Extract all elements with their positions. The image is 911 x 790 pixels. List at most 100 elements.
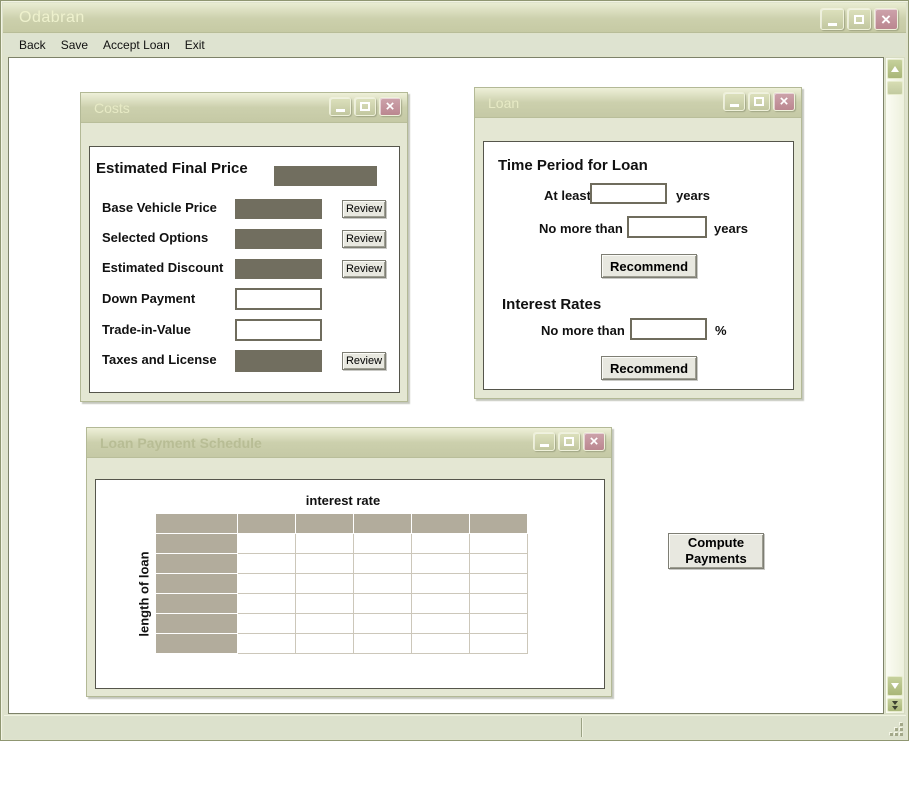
scroll-fast-down-button[interactable] (887, 698, 903, 712)
schedule-cell (238, 554, 296, 574)
maximize-icon (360, 102, 370, 111)
app-title: Odabran (19, 9, 85, 27)
scrollbar-thumb[interactable] (887, 81, 903, 95)
schedule-cell (412, 574, 470, 594)
review-base-vehicle-price-button[interactable]: Review (342, 200, 386, 218)
recommend-rate-button[interactable]: Recommend (601, 356, 697, 380)
vertical-scrollbar[interactable] (885, 57, 905, 714)
estimated-discount-label: Estimated Discount (102, 260, 223, 275)
maximize-icon (564, 437, 574, 446)
base-vehicle-price-label: Base Vehicle Price (102, 200, 217, 215)
minimize-icon (730, 104, 739, 107)
estimated-final-price-value-box (274, 166, 377, 186)
schedule-cell (470, 634, 528, 654)
length-of-loan-axis-label: length of loan (137, 551, 152, 636)
schedule-cell (238, 594, 296, 614)
minimize-icon (336, 109, 345, 112)
loan-payment-schedule-window: Loan Payment Schedule × interest rate le… (86, 427, 612, 697)
client-area: Costs × Estimated Final Price Base Vehic… (8, 57, 884, 714)
schedule-cell (296, 574, 354, 594)
time-period-heading: Time Period for Loan (498, 157, 648, 174)
review-selected-options-button[interactable]: Review (342, 230, 386, 248)
maximize-icon (854, 15, 864, 24)
schedule-column-header-cell (238, 514, 296, 534)
schedule-row-header-cell (156, 594, 238, 614)
app-titlebar[interactable]: Odabran × (3, 3, 906, 33)
trade-in-value-input[interactable] (235, 319, 322, 341)
schedule-minimize-button[interactable] (533, 432, 555, 451)
schedule-row-header-cell (156, 554, 238, 574)
down-payment-label: Down Payment (102, 291, 195, 306)
loan-window: Loan × Time Period for Loan At least yea… (474, 87, 802, 399)
costs-maximize-button[interactable] (354, 97, 376, 116)
schedule-cell (470, 614, 528, 634)
compute-payments-button[interactable]: Compute Payments (668, 533, 764, 569)
recommend-years-button[interactable]: Recommend (601, 254, 697, 278)
schedule-cell (354, 554, 412, 574)
app-minimize-button[interactable] (820, 8, 844, 30)
schedule-cell (354, 534, 412, 554)
schedule-cell (412, 534, 470, 554)
menu-item-save[interactable]: Save (61, 38, 88, 52)
costs-titlebar[interactable]: Costs × (81, 93, 407, 123)
schedule-column-header-cell (354, 514, 412, 534)
app-close-button[interactable]: × (874, 8, 898, 30)
schedule-row-header-cell (156, 574, 238, 594)
app-window: Odabran × Back Save Accept Loan Exit Cos… (0, 0, 909, 741)
years-label: years (676, 188, 710, 203)
schedule-cell (238, 614, 296, 634)
close-icon: × (590, 434, 599, 449)
schedule-cell (238, 574, 296, 594)
selected-options-label: Selected Options (102, 230, 208, 245)
app-maximize-button[interactable] (847, 8, 871, 30)
loan-maximize-button[interactable] (748, 92, 770, 111)
schedule-window-title: Loan Payment Schedule (100, 435, 262, 451)
down-payment-input[interactable] (235, 288, 322, 310)
scroll-up-icon (891, 66, 899, 72)
status-bar-divider (581, 718, 582, 737)
schedule-cell (412, 634, 470, 654)
schedule-column-header-cell (156, 514, 238, 534)
costs-minimize-button[interactable] (329, 97, 351, 116)
scroll-down-button[interactable] (887, 676, 903, 696)
schedule-close-button[interactable]: × (583, 432, 605, 451)
no-more-than-years-label: No more than (539, 221, 623, 236)
menu-item-exit[interactable]: Exit (185, 38, 205, 52)
costs-window: Costs × Estimated Final Price Base Vehic… (80, 92, 408, 402)
menu-item-back[interactable]: Back (19, 38, 46, 52)
schedule-cell (412, 614, 470, 634)
scroll-up-button[interactable] (887, 59, 903, 79)
schedule-cell (296, 614, 354, 634)
max-interest-rate-input[interactable] (630, 318, 707, 340)
loan-titlebar[interactable]: Loan × (475, 88, 801, 118)
schedule-maximize-button[interactable] (558, 432, 580, 451)
interest-rates-heading: Interest Rates (502, 296, 601, 313)
menu-item-accept-loan[interactable]: Accept Loan (103, 38, 170, 52)
schedule-cell (470, 574, 528, 594)
close-icon: × (780, 94, 789, 109)
review-estimated-discount-button[interactable]: Review (342, 260, 386, 278)
close-icon: × (386, 99, 395, 114)
percent-label: % (715, 323, 727, 338)
no-more-than-years-input[interactable] (627, 216, 707, 238)
schedule-cell (354, 634, 412, 654)
review-taxes-and-license-button[interactable]: Review (342, 352, 386, 370)
loan-close-button[interactable]: × (773, 92, 795, 111)
resize-grip-icon[interactable] (889, 722, 903, 736)
schedule-cell (354, 614, 412, 634)
schedule-table (156, 514, 528, 654)
costs-close-button[interactable]: × (379, 97, 401, 116)
schedule-cell (238, 634, 296, 654)
schedule-column-header-cell (470, 514, 528, 534)
menu-bar: Back Save Accept Loan Exit (4, 34, 905, 55)
schedule-titlebar[interactable]: Loan Payment Schedule × (87, 428, 611, 458)
schedule-row-header-cell (156, 614, 238, 634)
no-more-than-rate-label: No more than (541, 323, 625, 338)
base-vehicle-price-value-box (235, 199, 322, 219)
loan-window-title: Loan (488, 95, 519, 111)
schedule-cell (296, 554, 354, 574)
loan-minimize-button[interactable] (723, 92, 745, 111)
schedule-panel: interest rate length of loan (95, 479, 605, 689)
schedule-cell (354, 574, 412, 594)
at-least-years-input[interactable] (590, 183, 667, 204)
